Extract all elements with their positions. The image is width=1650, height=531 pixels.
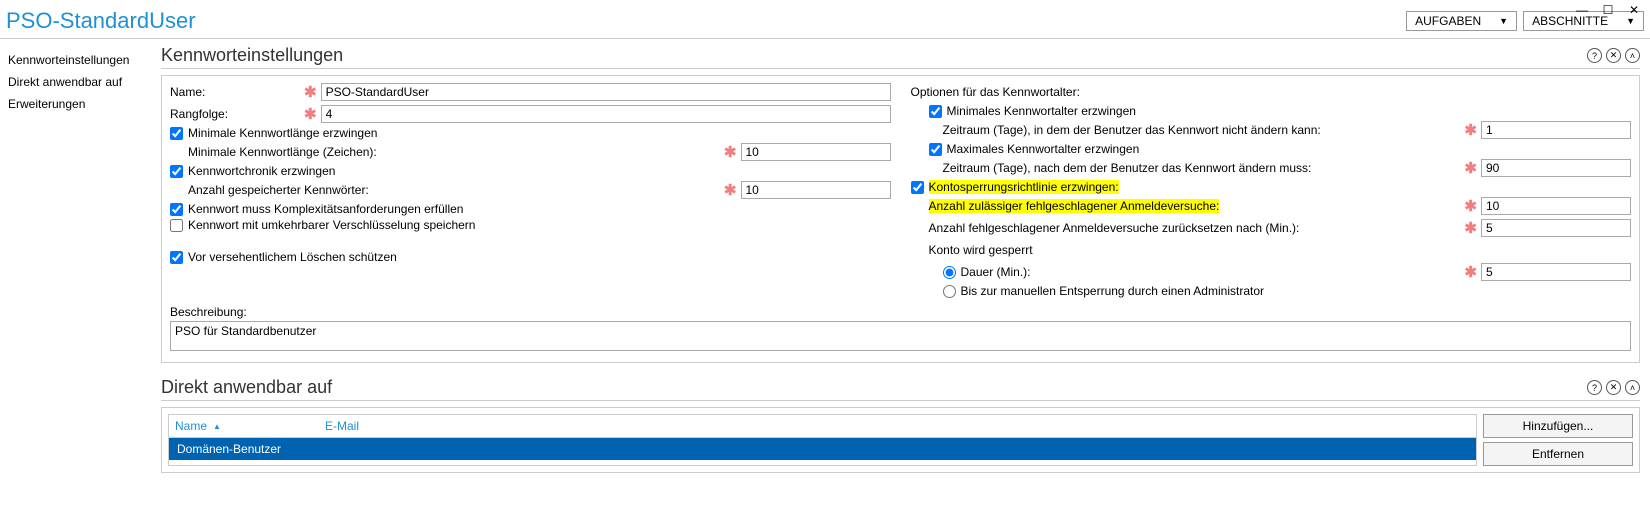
right-column: Optionen für das Kennwortalter: Minimale… <box>911 82 1632 299</box>
duration-radio-label: Dauer (Min.): <box>961 265 1031 279</box>
lockout-checkbox[interactable] <box>911 181 924 194</box>
complexity-checkbox[interactable] <box>170 203 183 216</box>
table-header: Name ▲ E-Mail <box>169 415 1476 438</box>
sort-asc-icon: ▲ <box>213 422 221 431</box>
required-icon: ✱ <box>724 181 737 199</box>
manual-unlock-label: Bis zur manuellen Entsperrung durch eine… <box>961 284 1265 298</box>
section-title-applies-to: Direkt anwendbar auf <box>161 377 332 398</box>
required-icon: ✱ <box>1464 197 1477 215</box>
section-body-password: Name: ✱ Rangfolge: ✱ Minimale Kennwortlä… <box>161 75 1640 363</box>
age-options-label: Optionen für das Kennwortalter: <box>911 85 1080 99</box>
reset-after-input[interactable] <box>1481 219 1631 237</box>
left-column: Name: ✱ Rangfolge: ✱ Minimale Kennwortlä… <box>170 82 891 299</box>
history-chk-label: Kennwortchronik erzwingen <box>188 164 335 178</box>
remove-button[interactable]: Entfernen <box>1483 442 1633 466</box>
required-icon: ✱ <box>724 143 737 161</box>
minimize-icon[interactable]: — <box>1574 2 1590 18</box>
cell-email <box>327 442 1468 456</box>
sidebar-item-extensions[interactable]: Erweiterungen <box>8 93 147 115</box>
required-icon: ✱ <box>304 105 317 123</box>
failed-attempts-label: Anzahl zulässiger fehlgeschlagener Anmel… <box>929 199 1461 213</box>
window-controls: — ☐ ✕ <box>1566 0 1650 20</box>
min-length-checkbox[interactable] <box>170 127 183 140</box>
history-input[interactable] <box>741 181 891 199</box>
history-label: Anzahl gespeicherter Kennwörter: <box>188 183 720 197</box>
precedence-label: Rangfolge: <box>170 107 300 121</box>
sidebar-item-password-settings[interactable]: Kennworteinstellungen <box>8 49 147 71</box>
complexity-label: Kennwort muss Komplexitätsanforderungen … <box>188 202 463 216</box>
min-age-label: Zeitraum (Tage), in dem der Benutzer das… <box>943 123 1461 137</box>
min-length-label: Minimale Kennwortlänge (Zeichen): <box>188 145 720 159</box>
name-input[interactable] <box>321 83 891 101</box>
sidebar: Kennworteinstellungen Direkt anwendbar a… <box>0 39 155 483</box>
min-age-chk-label: Minimales Kennwortalter erzwingen <box>947 104 1136 118</box>
applies-to-table: Name ▲ E-Mail Domänen-Benutzer <box>168 414 1477 466</box>
cell-name: Domänen-Benutzer <box>177 442 327 456</box>
max-age-input[interactable] <box>1481 159 1631 177</box>
name-label: Name: <box>170 85 300 99</box>
chevron-down-icon: ▼ <box>1499 16 1508 26</box>
section-header-applies-to: Direkt anwendbar auf ? ✕ ˄ <box>161 377 1640 401</box>
table-row[interactable]: Domänen-Benutzer <box>169 438 1476 460</box>
duration-radio[interactable] <box>943 266 956 279</box>
close-section-icon[interactable]: ✕ <box>1606 48 1621 63</box>
lockout-chk-label: Kontosperrungsrichtlinie erzwingen: <box>929 180 1119 194</box>
close-icon[interactable]: ✕ <box>1626 2 1642 18</box>
max-age-label: Zeitraum (Tage), nach dem der Benutzer d… <box>943 161 1461 175</box>
add-button[interactable]: Hinzufügen... <box>1483 414 1633 438</box>
max-age-chk-label: Maximales Kennwortalter erzwingen <box>947 142 1140 156</box>
column-name-label: Name <box>175 419 207 433</box>
duration-input[interactable] <box>1481 263 1631 281</box>
section-header-password: Kennworteinstellungen ? ✕ ˄ <box>161 45 1640 69</box>
history-checkbox[interactable] <box>170 165 183 178</box>
max-age-checkbox[interactable] <box>929 143 942 156</box>
required-icon: ✱ <box>1464 263 1477 281</box>
maximize-icon[interactable]: ☐ <box>1600 2 1616 18</box>
min-age-checkbox[interactable] <box>929 105 942 118</box>
reset-after-label: Anzahl fehlgeschlagener Anmeldeversuche … <box>929 221 1461 235</box>
page-header: PSO-StandardUser AUFGABEN ▼ ABSCHNITTE ▼ <box>0 0 1650 39</box>
section-title-password: Kennworteinstellungen <box>161 45 343 66</box>
precedence-input[interactable] <box>321 105 891 123</box>
column-header-email[interactable]: E-Mail <box>325 419 1470 433</box>
manual-unlock-radio[interactable] <box>943 285 956 298</box>
help-icon[interactable]: ? <box>1587 48 1602 63</box>
page-title: PSO-StandardUser <box>6 8 196 34</box>
min-length-input[interactable] <box>741 143 891 161</box>
section-body-applies-to: Name ▲ E-Mail Domänen-Benutzer Hinzufüge… <box>161 407 1640 473</box>
min-age-input[interactable] <box>1481 121 1631 139</box>
description-label: Beschreibung: <box>170 305 1631 319</box>
min-length-chk-label: Minimale Kennwortlänge erzwingen <box>188 126 377 140</box>
reversible-checkbox[interactable] <box>170 219 183 232</box>
description-input[interactable] <box>170 321 1631 351</box>
collapse-icon[interactable]: ˄ <box>1625 380 1640 395</box>
account-locked-label: Konto wird gesperrt <box>929 243 1033 257</box>
required-icon: ✱ <box>1464 159 1477 177</box>
failed-attempts-input[interactable] <box>1481 197 1631 215</box>
column-header-name[interactable]: Name ▲ <box>175 419 325 433</box>
reversible-label: Kennwort mit umkehrbarer Verschlüsselung… <box>188 218 475 232</box>
help-icon[interactable]: ? <box>1587 380 1602 395</box>
required-icon: ✱ <box>1464 121 1477 139</box>
collapse-icon[interactable]: ˄ <box>1625 48 1640 63</box>
sidebar-item-applies-to[interactable]: Direkt anwendbar auf <box>8 71 147 93</box>
protect-checkbox[interactable] <box>170 251 183 264</box>
protect-label: Vor versehentlichem Löschen schützen <box>188 250 397 264</box>
tasks-dropdown[interactable]: AUFGABEN ▼ <box>1406 11 1517 31</box>
close-section-icon[interactable]: ✕ <box>1606 380 1621 395</box>
main-content: Kennworteinstellungen ? ✕ ˄ Name: ✱ <box>155 39 1650 483</box>
tasks-label: AUFGABEN <box>1415 14 1481 28</box>
required-icon: ✱ <box>304 83 317 101</box>
required-icon: ✱ <box>1464 219 1477 237</box>
